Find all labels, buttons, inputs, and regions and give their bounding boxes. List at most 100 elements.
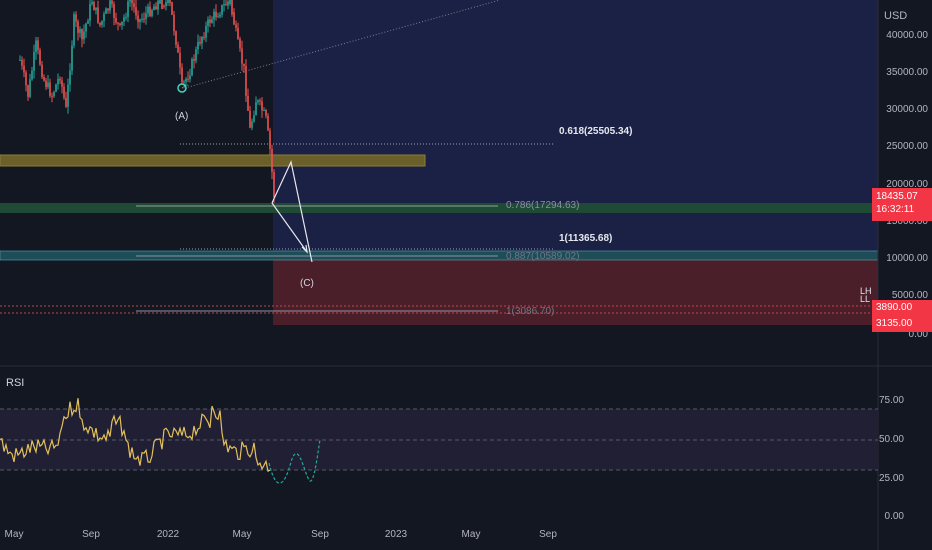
candle-body <box>229 0 231 4</box>
candle-body <box>271 148 273 173</box>
candle-body <box>91 1 93 4</box>
candle-body <box>215 11 217 18</box>
candle-body <box>23 65 25 73</box>
candle-body <box>249 110 251 128</box>
candle-body <box>165 2 167 6</box>
current-price-value: 18435.07 <box>876 191 918 202</box>
time-tick-label: Sep <box>311 529 329 540</box>
candle-body <box>207 19 209 27</box>
candle-body <box>203 37 205 39</box>
fib-786-label: 0.786(17294.63) <box>506 200 580 211</box>
candle-body <box>237 27 239 40</box>
time-tick-label: 2022 <box>156 529 180 540</box>
candle-body <box>197 41 199 50</box>
candle-body <box>103 13 105 21</box>
rsi-tick-label: 0.00 <box>884 511 904 522</box>
candle-body <box>29 79 31 97</box>
candle-body <box>109 0 111 11</box>
candle-body <box>113 4 115 18</box>
time-tick-label: May <box>4 529 24 540</box>
candle-body <box>115 17 117 23</box>
candle-body <box>179 52 181 68</box>
rsi-title[interactable]: RSI <box>6 377 24 389</box>
time-tick-label: 2023 <box>384 529 408 540</box>
candle-body <box>21 59 23 66</box>
candle-body <box>241 48 243 64</box>
candle-body <box>143 18 145 20</box>
candle-body <box>263 110 265 112</box>
candle-body <box>45 80 47 88</box>
candle-body <box>135 6 137 16</box>
candle-body <box>139 19 141 22</box>
rsi-band <box>0 409 878 470</box>
candle-body <box>59 78 61 81</box>
candle-body <box>225 4 227 6</box>
chart-canvas[interactable] <box>0 0 932 550</box>
candle-body <box>173 14 175 32</box>
candle-body <box>175 31 177 45</box>
candle-body <box>183 81 185 83</box>
green-support-zone[interactable] <box>0 203 878 213</box>
candle-body <box>161 0 163 10</box>
wave-c-label: (C) <box>300 278 314 289</box>
candle-body <box>261 101 263 111</box>
candle-body <box>169 0 171 3</box>
candle-body <box>255 102 257 116</box>
candle-body <box>187 78 189 80</box>
candle-body <box>211 19 213 23</box>
candle-body <box>35 40 37 53</box>
candle-body <box>73 14 75 46</box>
candle-body <box>61 80 63 87</box>
candle-body <box>273 172 275 198</box>
price-tick-label: 40000.00 <box>886 30 928 41</box>
candle-body <box>239 39 241 49</box>
price-tick-label: 35000.00 <box>886 67 928 78</box>
candle-body <box>157 0 159 10</box>
yellow-resistance-zone[interactable] <box>0 154 426 167</box>
candle-body <box>235 24 237 28</box>
candle-body <box>247 95 249 111</box>
candle-body <box>99 22 101 25</box>
candle-body <box>223 4 225 6</box>
candle-body <box>177 44 179 53</box>
red-target-zone <box>273 260 878 325</box>
candle-body <box>245 66 247 96</box>
candle-body <box>201 37 203 44</box>
candle-body <box>111 0 113 5</box>
candle-body <box>19 59 21 61</box>
fib-1-upper-label: 1(11365.68) <box>559 233 613 244</box>
candle-body <box>101 20 103 25</box>
rsi-tick-label: 75.00 <box>878 395 904 406</box>
candle-body <box>251 121 253 128</box>
candle-body <box>123 17 125 22</box>
candle-body <box>67 84 69 107</box>
fib-1-lower-label: 1(3086.70) <box>506 306 555 317</box>
candle-body <box>131 0 133 4</box>
candle-body <box>43 77 45 81</box>
candle-body <box>127 1 129 17</box>
candle-body <box>95 7 97 11</box>
candle-body <box>87 20 89 24</box>
candle-body <box>137 15 139 22</box>
candle-body <box>221 4 223 15</box>
candle-body <box>55 84 57 92</box>
candle-body <box>53 91 55 97</box>
fib-618-label: 0.618(25505.34) <box>559 126 633 137</box>
candle-body <box>199 41 201 44</box>
candle-body <box>83 31 85 40</box>
candle-body <box>129 0 131 2</box>
candle-body <box>147 6 149 14</box>
candle-body <box>33 52 35 71</box>
candle-body <box>193 59 195 61</box>
price-tick-label: 30000.00 <box>886 104 928 115</box>
candle-body <box>189 75 191 80</box>
candle-body <box>77 21 79 33</box>
candle-body <box>191 59 193 76</box>
wave-a-label: (A) <box>175 111 189 122</box>
rsi-tick-label: 25.00 <box>878 473 904 484</box>
candle-body <box>81 29 83 40</box>
candle-body <box>155 6 157 10</box>
candle-body <box>267 115 269 131</box>
candle-body <box>227 1 229 6</box>
candle-body <box>75 14 77 22</box>
